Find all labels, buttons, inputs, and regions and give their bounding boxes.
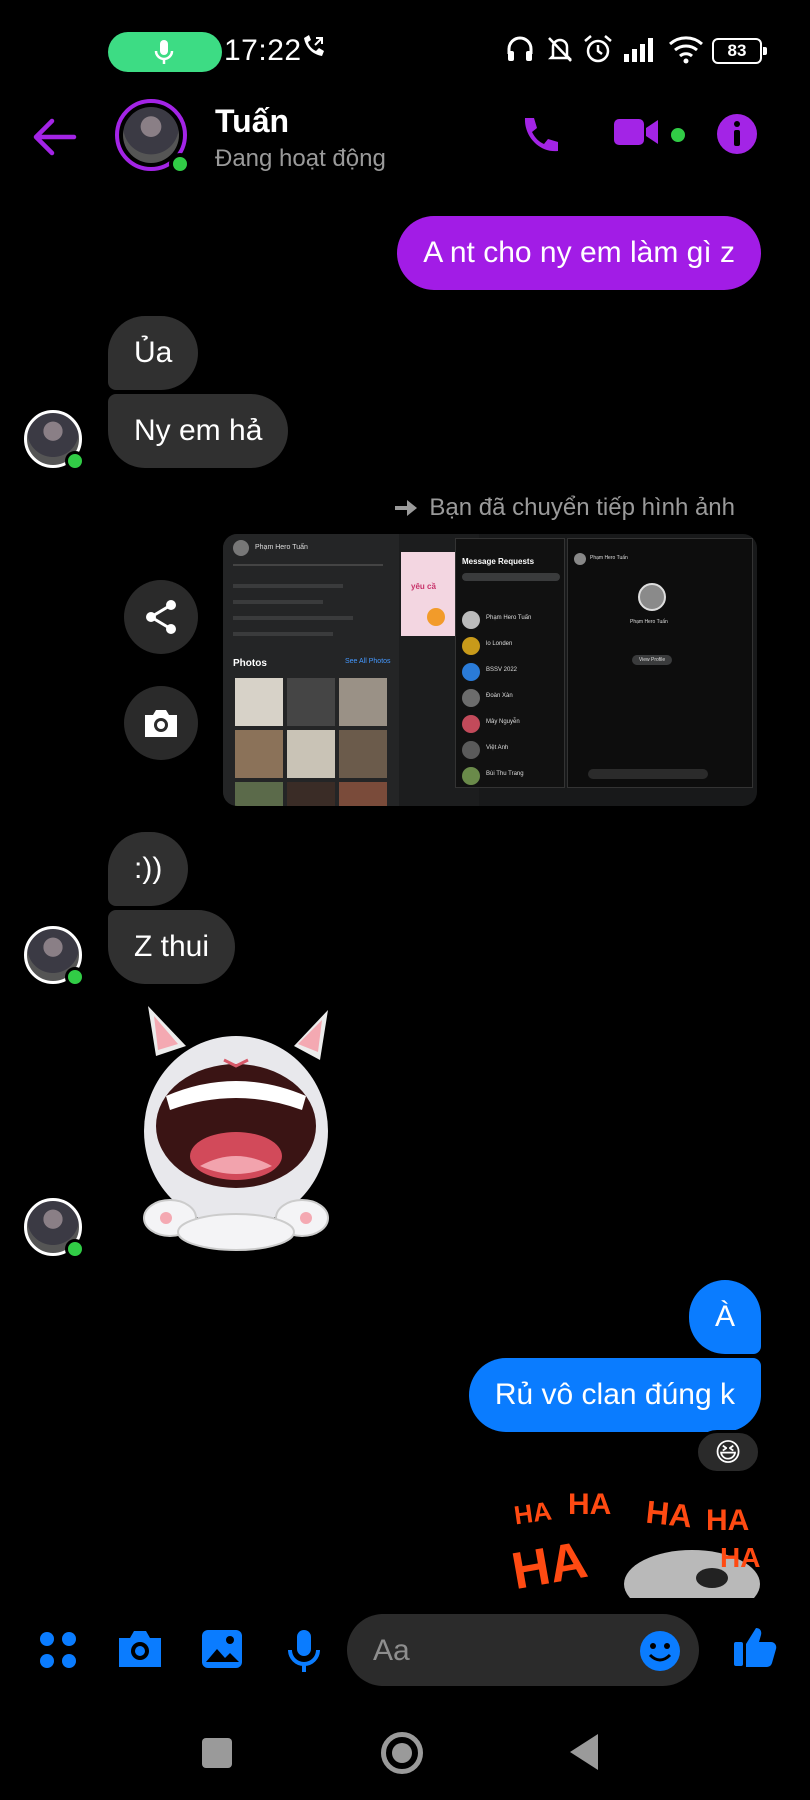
wifi-call-icon — [304, 35, 324, 56]
recents-button[interactable] — [202, 1738, 232, 1768]
status-bar: 17:22 83 — [0, 0, 810, 100]
request-item: Đoàn Xàn — [462, 689, 560, 707]
info-icon[interactable] — [716, 113, 758, 155]
emoji-icon[interactable] — [639, 1630, 681, 1672]
request-item: Phạm Hero Tuấn — [462, 611, 560, 629]
home-button[interactable] — [381, 1732, 423, 1774]
forward-note: Bạn đã chuyển tiếp hình ảnh — [393, 494, 735, 522]
battery-icon: 83 — [712, 38, 767, 64]
request-item: Bùi Thu Trang — [462, 767, 560, 785]
message-input[interactable]: Aa — [347, 1614, 699, 1686]
system-nav-bar — [0, 1700, 810, 1800]
profile-name: Phạm Hero Tuấn — [255, 544, 308, 551]
menu-dots-icon[interactable] — [38, 1630, 78, 1670]
signal-icon — [624, 38, 653, 62]
profile-pane: Phạm Hero Tuấn Photos See All Photos — [223, 534, 403, 806]
clock: 17:22 — [224, 34, 302, 67]
message-outgoing[interactable]: À — [688, 1280, 761, 1354]
like-icon[interactable] — [732, 1624, 778, 1670]
see-all-link: See All Photos — [345, 658, 391, 665]
message-incoming[interactable]: Ủa — [108, 316, 199, 390]
message-incoming[interactable]: Ny em hả — [108, 394, 289, 468]
request-item: lo Londen — [462, 637, 560, 655]
sender-avatar[interactable] — [24, 1198, 85, 1259]
message-requests-window: Message Requests Phạm Hero Tuấn lo Londe… — [455, 538, 565, 788]
forwarded-image[interactable]: Phạm Hero Tuấn Photos See All Photos yêu… — [223, 534, 757, 806]
chat-window: Phạm Hero Tuấn Phạm Hero Tuấn View Profi… — [567, 538, 753, 788]
back-arrow-icon[interactable] — [30, 115, 78, 159]
contact-status: Đang hoạt động — [215, 145, 386, 172]
headphones-icon — [507, 36, 533, 61]
wifi-icon — [669, 36, 703, 64]
contact-avatar[interactable] — [115, 99, 191, 175]
contact-name[interactable]: Tuấn — [215, 103, 289, 140]
mute-bell-icon — [547, 37, 573, 62]
sender-avatar[interactable] — [24, 410, 85, 471]
request-item: Mây Nguyễn — [462, 715, 560, 733]
mic-icon — [154, 40, 174, 64]
reaction-badge[interactable]: 😆 — [695, 1430, 761, 1474]
message-incoming[interactable]: Z thui — [108, 910, 236, 984]
request-item: Việt Anh — [462, 741, 560, 759]
requests-title: Message Requests — [462, 557, 535, 566]
laughing-bunny-sticker[interactable] — [136, 1006, 336, 1256]
forward-note-text: Bạn đã chuyển tiếp hình ảnh — [429, 494, 735, 521]
camera-icon[interactable] — [116, 1628, 164, 1670]
photos-title: Photos — [233, 658, 267, 669]
camera-icon — [145, 710, 177, 737]
message-composer: Aa — [0, 1600, 810, 1700]
mic-active-indicator[interactable] — [108, 32, 222, 72]
message-outgoing[interactable]: A nt cho ny em làm gì z — [397, 216, 761, 290]
chat-header: Tuấn Đang hoạt động — [0, 95, 810, 185]
request-item: BSSV 2022 — [462, 663, 560, 681]
mic-icon[interactable] — [286, 1628, 322, 1674]
save-image-button[interactable] — [124, 686, 198, 760]
post-image: yêu cầ — [401, 552, 457, 636]
video-online-dot — [668, 125, 688, 145]
phone-icon[interactable] — [517, 113, 561, 157]
video-camera-icon[interactable] — [612, 113, 662, 153]
online-indicator — [169, 153, 191, 175]
share-button[interactable] — [124, 580, 198, 654]
forward-arrow-icon — [395, 500, 418, 516]
back-button[interactable] — [570, 1734, 598, 1770]
sender-avatar[interactable] — [24, 926, 85, 987]
haha-cat-sticker[interactable]: HA HA HA HA HA HA — [508, 1486, 762, 1601]
message-outgoing[interactable]: Rủ vô clan đúng k — [468, 1358, 761, 1432]
message-incoming[interactable]: :)) — [108, 832, 189, 906]
gallery-icon[interactable] — [200, 1628, 244, 1670]
share-icon — [146, 600, 176, 634]
input-placeholder: Aa — [373, 1634, 410, 1667]
alarm-icon — [584, 35, 612, 63]
